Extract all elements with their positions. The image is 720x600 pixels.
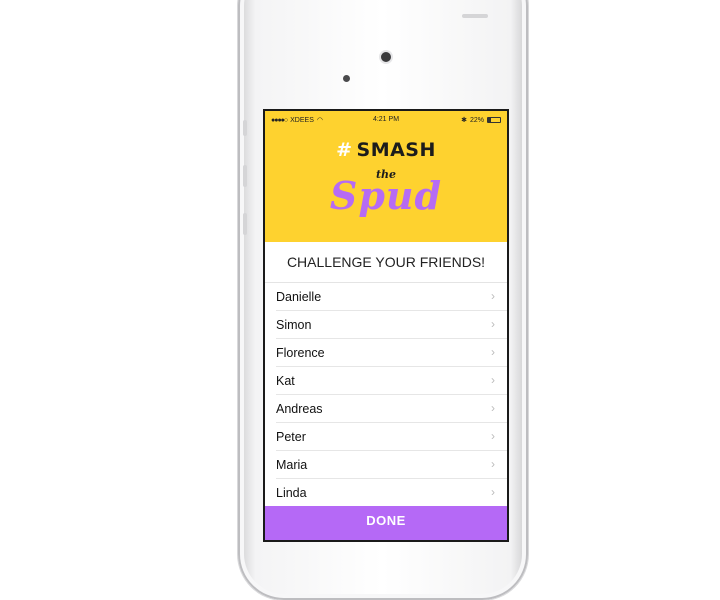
battery-percent: 22% bbox=[469, 116, 484, 124]
list-item-label: Kat bbox=[276, 374, 295, 388]
front-camera bbox=[381, 52, 391, 62]
chevron-right-icon: › bbox=[491, 401, 495, 415]
friends-list: Danielle › Simon › Florence › Kat › Andr… bbox=[265, 283, 507, 507]
sensor bbox=[343, 75, 350, 82]
chevron-right-icon: › bbox=[491, 373, 495, 387]
chevron-right-icon: › bbox=[491, 317, 495, 331]
logo-spud: Spud bbox=[329, 173, 443, 218]
mute-switch bbox=[243, 120, 247, 136]
list-item-label: Florence bbox=[276, 346, 325, 360]
list-item-peter[interactable]: Peter › bbox=[276, 423, 507, 451]
logo-smash: # SMASH bbox=[265, 139, 507, 161]
chevron-right-icon: › bbox=[491, 345, 495, 359]
list-item-label: Andreas bbox=[276, 402, 323, 416]
list-item-simon[interactable]: Simon › bbox=[276, 311, 507, 339]
page-title: CHALLENGE YOUR FRIENDS! bbox=[265, 242, 507, 283]
logo-hash: # bbox=[336, 139, 353, 161]
volume-down-button bbox=[243, 213, 247, 235]
chevron-right-icon: › bbox=[491, 429, 495, 443]
list-item-danielle[interactable]: Danielle › bbox=[276, 283, 507, 311]
chevron-right-icon: › bbox=[491, 485, 495, 499]
list-item-label: Danielle bbox=[276, 290, 322, 304]
power-button bbox=[462, 14, 488, 18]
list-item-label: Linda bbox=[276, 486, 307, 500]
list-item-linda[interactable]: Linda › bbox=[276, 479, 507, 507]
list-item-florence[interactable]: Florence › bbox=[276, 339, 507, 367]
list-item-label: Peter bbox=[276, 430, 306, 444]
status-bar: ●●●●○ XDEES ◠ 4:21 PM ✱ 22% bbox=[265, 111, 507, 129]
list-item-label: Simon bbox=[276, 318, 312, 332]
battery-icon bbox=[487, 117, 501, 123]
chevron-right-icon: › bbox=[491, 289, 495, 303]
list-item-andreas[interactable]: Andreas › bbox=[276, 395, 507, 423]
list-item-label: Maria bbox=[276, 458, 308, 472]
logo-smash-text: SMASH bbox=[356, 139, 436, 161]
chevron-right-icon: › bbox=[491, 457, 495, 471]
list-item-maria[interactable]: Maria › bbox=[276, 451, 507, 479]
volume-up-button bbox=[243, 165, 247, 187]
done-button[interactable]: DONE bbox=[265, 506, 507, 540]
list-item-kat[interactable]: Kat › bbox=[276, 367, 507, 395]
phone-screen: ●●●●○ XDEES ◠ 4:21 PM ✱ 22% # SMASH the S… bbox=[265, 111, 507, 540]
app-header: ●●●●○ XDEES ◠ 4:21 PM ✱ 22% # SMASH the S… bbox=[265, 111, 507, 242]
bluetooth-icon: ✱ bbox=[461, 117, 467, 124]
